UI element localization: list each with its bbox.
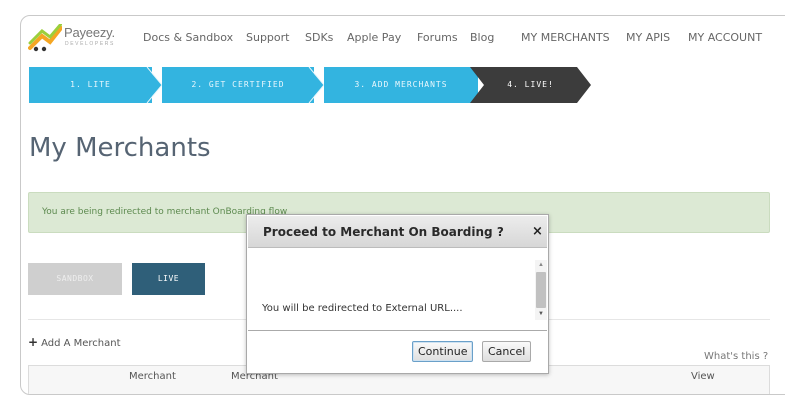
logo-subtitle: DEVELOPERS bbox=[65, 41, 115, 47]
continue-button[interactable]: Continue bbox=[412, 341, 474, 362]
step-get-certified[interactable]: 2. GET CERTIFIED bbox=[162, 67, 314, 103]
cancel-button[interactable]: Cancel bbox=[482, 341, 532, 362]
step-chevron-icon bbox=[146, 67, 162, 103]
page-title: My Merchants bbox=[29, 133, 211, 163]
modal-header: Proceed to Merchant On Boarding ? × bbox=[248, 216, 547, 248]
nav-support[interactable]: Support bbox=[246, 31, 289, 44]
nav-docs-sandbox[interactable]: Docs & Sandbox bbox=[143, 31, 233, 44]
modal-scrollbar[interactable]: ▲ ▼ bbox=[535, 260, 547, 320]
scroll-thumb[interactable] bbox=[536, 272, 546, 308]
onboarding-steps: 1. LITE 2. GET CERTIFIED 3. ADD MERCHANT… bbox=[29, 67, 629, 103]
sandbox-button[interactable]: SANDBOX bbox=[28, 263, 122, 295]
scroll-down-icon[interactable]: ▼ bbox=[535, 309, 547, 320]
scroll-up-icon[interactable]: ▲ bbox=[535, 260, 547, 271]
table-header-merchant-id: Merchant bbox=[129, 371, 176, 382]
step-live[interactable]: 4. LIVE! bbox=[470, 67, 591, 103]
modal-title: Proceed to Merchant On Boarding ? bbox=[263, 225, 504, 239]
table-header-view: View bbox=[691, 371, 715, 382]
logo-wordmark: Payeezy. bbox=[64, 25, 115, 40]
nav-blog[interactable]: Blog bbox=[470, 31, 494, 44]
step-add-merchants[interactable]: 3. ADD MERCHANTS bbox=[324, 67, 478, 103]
modal-divider bbox=[248, 330, 547, 331]
redirect-modal: Proceed to Merchant On Boarding ? × ▲ ▼ … bbox=[246, 214, 549, 374]
nav-my-merchants[interactable]: MY MERCHANTS bbox=[521, 31, 610, 44]
logo-mark-icon bbox=[28, 24, 62, 52]
top-navigation: Payeezy. DEVELOPERS Docs & Sandbox Suppo… bbox=[21, 16, 785, 64]
payeezy-logo[interactable]: Payeezy. DEVELOPERS bbox=[28, 22, 140, 58]
nav-my-apis[interactable]: MY APIS bbox=[626, 31, 670, 44]
close-icon[interactable]: × bbox=[532, 224, 543, 239]
step-chevron-icon bbox=[308, 67, 324, 103]
step-lite[interactable]: 1. LITE bbox=[29, 67, 152, 103]
app-frame: Payeezy. DEVELOPERS Docs & Sandbox Suppo… bbox=[20, 15, 785, 395]
nav-apple-pay[interactable]: Apple Pay bbox=[347, 31, 401, 44]
modal-message: You will be redirected to External URL..… bbox=[262, 303, 463, 314]
whats-this-link[interactable]: What's this ? bbox=[704, 351, 768, 362]
nav-my-account[interactable]: MY ACCOUNT bbox=[688, 31, 762, 44]
plus-icon: + bbox=[28, 335, 39, 349]
live-button[interactable]: LIVE bbox=[132, 263, 205, 295]
add-merchant-link[interactable]: + Add A Merchant bbox=[28, 335, 121, 349]
add-merchant-label: Add A Merchant bbox=[41, 338, 121, 349]
nav-forums[interactable]: Forums bbox=[417, 31, 458, 44]
nav-sdks[interactable]: SDKs bbox=[305, 31, 333, 44]
